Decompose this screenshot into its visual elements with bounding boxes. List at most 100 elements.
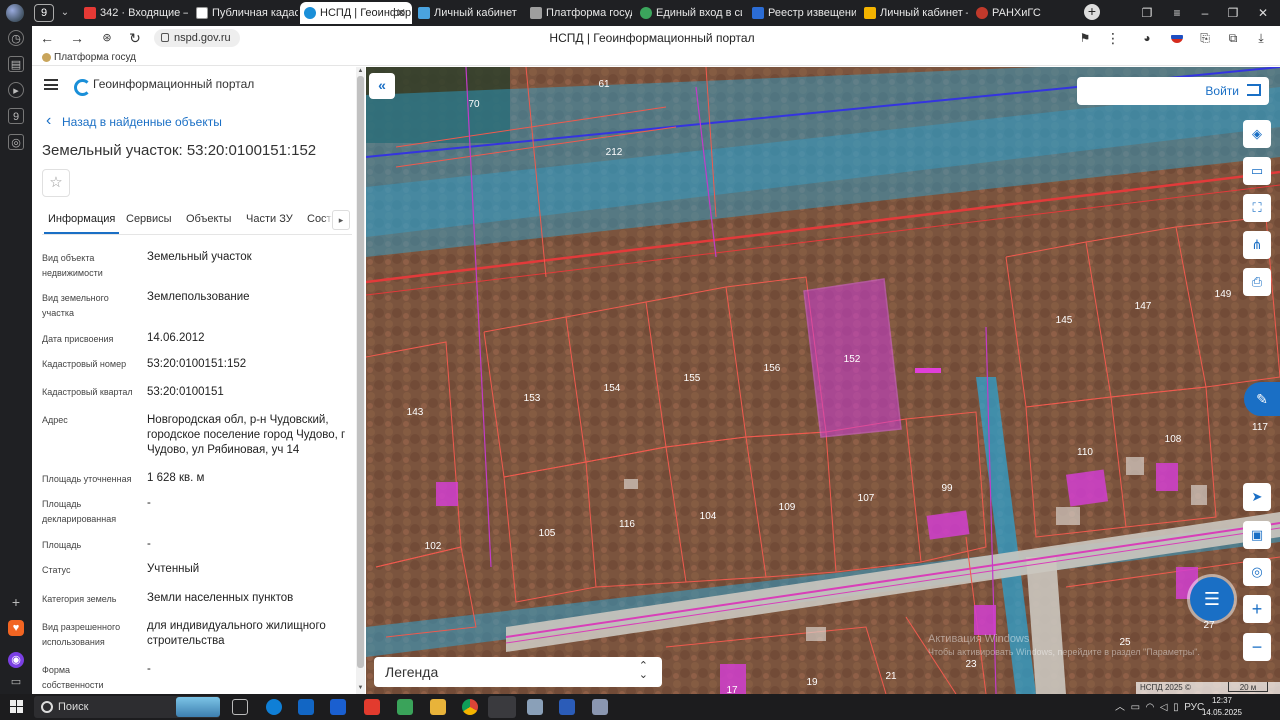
share-icon[interactable]: ⋔ [1243,231,1271,259]
favorite-star-icon[interactable]: ☆ [42,169,70,197]
locate-icon[interactable]: ◎ [1243,558,1271,586]
close-tab-icon[interactable]: ✕ [396,2,406,24]
layers-icon[interactable]: ◈ [1243,120,1271,148]
tray-chevron-icon[interactable]: ︿ [1115,702,1125,713]
extension-icon[interactable]: ◕ [1138,29,1156,47]
tab-parts[interactable]: Части ЗУ [246,213,293,225]
weather-widget-icon[interactable] [176,697,220,717]
new-tab-plus-icon[interactable]: + [1084,4,1100,20]
scroll-down-arrow-icon[interactable]: ▼ [357,685,364,692]
reload-icon[interactable]: ↻ [126,29,144,47]
protect-icon[interactable]: ⊛ [98,29,116,47]
browser-tab-cabinet[interactable]: Личный кабинет [414,2,522,24]
outlook-icon[interactable] [298,699,314,715]
browser-tab-nspd[interactable]: НСПД | Геоинфор ✕ [300,2,412,24]
taskbar-clock[interactable]: 12:37 14.05.2025 [1200,695,1244,719]
tray-network-icon[interactable]: ▭ [1131,702,1140,713]
menu-icon[interactable]: ≡ [1166,2,1188,24]
field-value-date: 14.06.2012 [147,332,205,344]
reading-icon[interactable]: ⎘ [1196,29,1214,47]
yandex-icon[interactable] [364,699,380,715]
browser-logo-icon[interactable] [6,4,24,22]
app-3-icon[interactable] [592,699,608,715]
chrome-icon[interactable] [462,699,478,715]
back-arrow-icon[interactable]: ← [38,29,56,47]
word-icon[interactable] [559,699,575,715]
pdf-icon[interactable]: ⧉ [1224,29,1242,47]
panel-toggle-icon[interactable]: ▭ [8,674,24,690]
tabs-menu-chevron-icon[interactable]: ⌄ [56,4,74,22]
windows-start-icon[interactable] [10,700,23,713]
tabs-next-arrow-icon[interactable]: ▸ [332,210,350,230]
tab-groups-icon[interactable]: ❐ [1136,2,1158,24]
more-icon[interactable]: ⋮ [1104,29,1122,47]
yandex-browser-active-icon[interactable] [488,696,516,718]
app-icon[interactable] [397,699,413,715]
zen-icon[interactable]: ♥ [8,620,24,636]
browser-tab-ranepa[interactable]: РАНХиГС [972,2,1078,24]
registry-icon [752,7,764,19]
collections-icon[interactable]: ▤ [8,56,24,72]
tray-volume-icon[interactable]: ◁ [1160,702,1168,713]
support-icon[interactable]: ✎ [1244,382,1280,416]
browser-tab-cabinet-2[interactable]: Личный кабинет — [860,2,968,24]
file-explorer-icon[interactable] [430,699,446,715]
nine-icon[interactable]: 9 [8,108,24,124]
task-view-icon[interactable] [232,699,248,715]
login-button[interactable]: Войти [1077,77,1269,105]
zoom-in-icon[interactable]: + [1243,595,1271,623]
flag-extension-icon[interactable] [1168,29,1186,47]
field-label-area-refined: Площадь уточненная [42,474,132,484]
bookmark-gov-platform[interactable]: Платформа госуд [42,52,136,63]
scroll-up-arrow-icon[interactable]: ▲ [357,68,364,75]
legend-selector[interactable]: Легенда ⌃ ⌄ [374,657,662,687]
address-bar[interactable]: nspd.gov.ru [154,29,240,47]
browser-tab-cadastral[interactable]: Публичная кадастр [192,2,298,24]
back-to-results-link[interactable]: Назад в найденные объекты [44,112,222,130]
tray-wifi-icon[interactable]: ◠ [1146,702,1155,713]
zoom-out-icon[interactable]: − [1243,633,1271,661]
parcel-label-21: 21 [885,671,897,682]
tab-objects[interactable]: Объекты [186,213,231,225]
app-2-icon[interactable] [527,699,543,715]
browser-tab-gov-platform[interactable]: Платформа государ [526,2,632,24]
panel-scrollbar[interactable]: ▲ ▼ [356,67,365,694]
minimap-icon[interactable]: ▣ [1243,521,1271,549]
downloads-icon[interactable]: ⤓ [1252,29,1270,47]
browser-tab-mail[interactable]: 342 · Входящие — Я [80,2,188,24]
forward-arrow-icon[interactable]: → [68,29,86,47]
print-icon[interactable]: ⎙ [1243,268,1271,296]
tray-battery-icon[interactable]: ▯ [1173,702,1179,713]
play-icon[interactable]: ▸ [8,82,24,98]
add-icon[interactable]: + [8,594,24,610]
tab-info[interactable]: Информация [43,213,120,234]
navigate-icon[interactable]: ➤ [1243,483,1271,511]
store-icon[interactable] [330,699,346,715]
bookmark-icon[interactable]: ⚑ [1076,29,1094,47]
restore-icon[interactable]: ❐ [1222,2,1244,24]
edge-icon[interactable] [266,699,282,715]
select-area-icon[interactable]: ⛶ [1243,194,1271,222]
hamburger-menu-icon[interactable] [44,79,58,90]
ruler-icon[interactable]: ▭ [1243,157,1271,185]
minimize-icon[interactable]: – [1194,2,1216,24]
close-window-icon[interactable]: ✕ [1252,2,1274,24]
parcel-label-156: 156 [764,363,781,374]
scrollbar-thumb[interactable] [357,76,364,668]
page-title: НСПД | Геоинформационный портал [549,31,755,45]
collapse-panel-button[interactable]: « [369,73,395,99]
system-tray[interactable]: ︿ ▭ ◠ ◁ ▯ РУС [1115,698,1204,713]
field-label-area-declared: Площадь декларированная [42,499,117,524]
alice-icon[interactable]: ◉ [8,652,24,668]
map-view[interactable]: 70 61 212 152 153 154 155 156 143 145 14… [366,67,1280,694]
screenshot-icon[interactable]: ◎ [8,134,24,150]
field-label-cadastral-quarter: Кадастровый квартал [42,387,133,397]
portal-name[interactable]: Геоинформационный портал [93,77,254,91]
chat-bubble-icon[interactable]: ☰ [1190,577,1234,621]
browser-tab-sso[interactable]: Единый вход в сист [636,2,742,24]
browser-tab-registry[interactable]: Реестр извещений [748,2,856,24]
tab-counter[interactable]: 9 [34,4,54,22]
parcel-label-61: 61 [598,79,610,90]
history-icon[interactable]: ◷ [8,30,24,46]
tab-services[interactable]: Сервисы [126,213,172,225]
